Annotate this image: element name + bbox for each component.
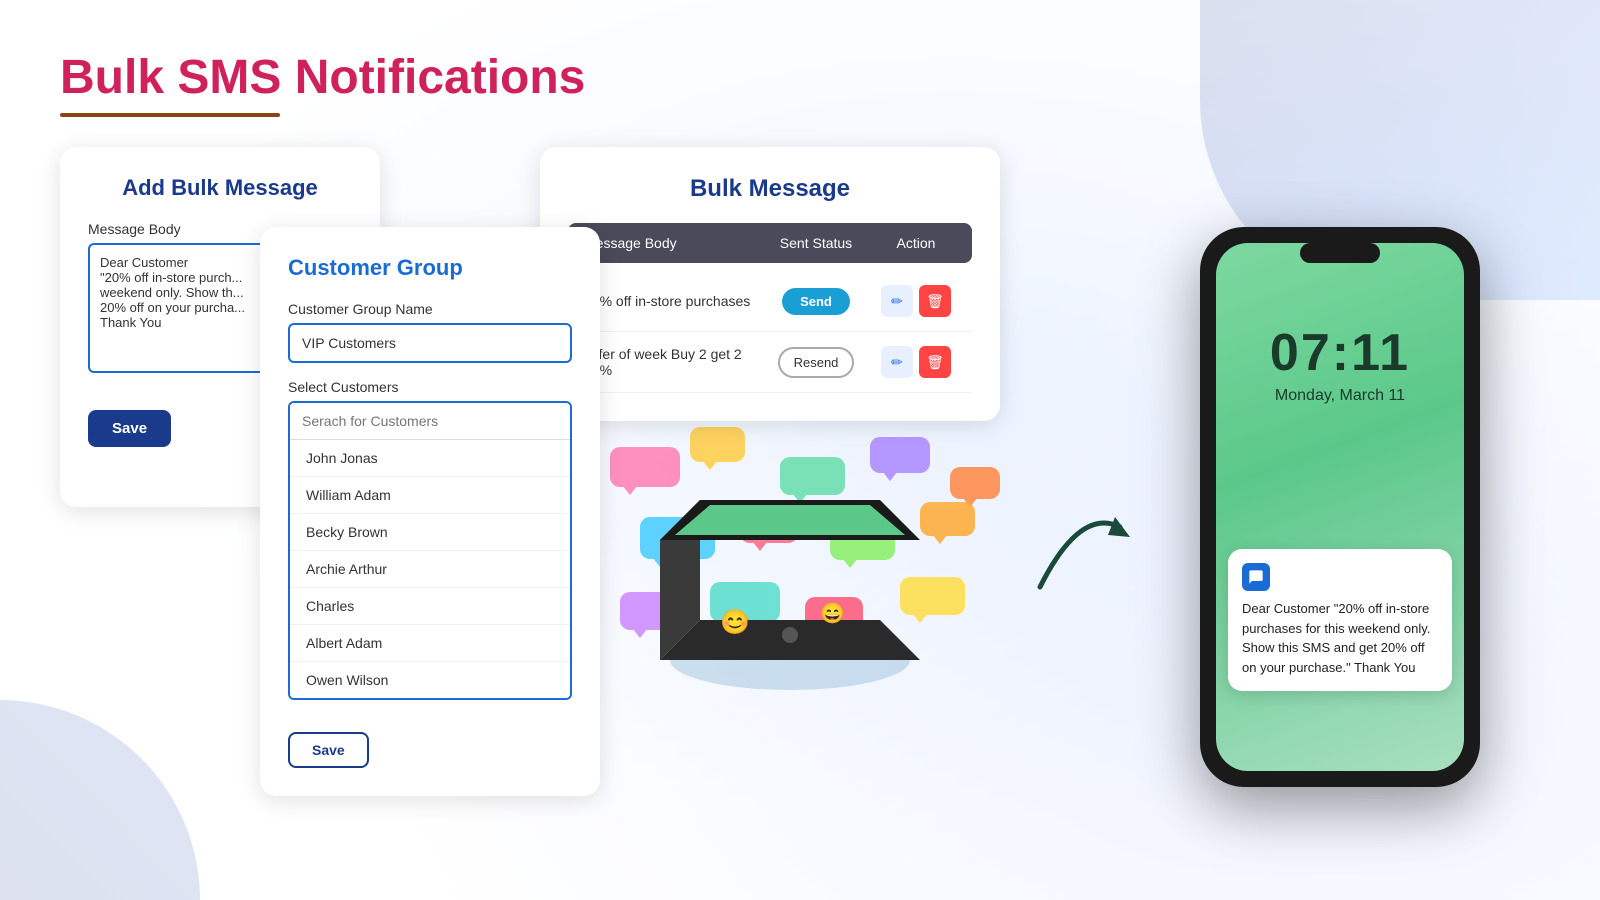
list-item[interactable]: Owen Wilson [290,662,570,698]
list-item[interactable]: Charles [290,588,570,625]
action-cell: ✏ 🗑 [876,346,956,378]
arrow-decoration [1020,487,1140,612]
phone-screen: 07:11 Monday, March 11 Dear Customer "20… [1216,243,1464,771]
add-bulk-heading: Add Bulk Message [88,175,352,201]
group-name-label: Customer Group Name [288,301,572,317]
delete-button[interactable]: 🗑 [919,346,951,378]
page-title: Bulk SMS Notifications [60,50,1540,105]
status-cell: Resend [756,347,876,378]
resend-button[interactable]: Resend [778,347,855,378]
table-row: Offer of week Buy 2 get 2 50% Resend ✏ 🗑 [568,332,972,393]
phone-date: Monday, March 11 [1275,387,1405,405]
customer-search-input[interactable] [290,403,570,440]
svg-text:😄: 😄 [820,602,845,625]
svg-text:😊: 😊 [720,609,750,636]
col-sent-status: Sent Status [756,235,876,251]
edit-icon: ✏ [891,354,903,371]
table-header: Message Body Sent Status Action [568,223,972,263]
list-item[interactable]: Archie Arthur [290,551,570,588]
edit-button[interactable]: ✏ [881,346,913,378]
group-name-input[interactable] [288,323,572,363]
phone-area: 07:11 Monday, March 11 Dear Customer "20… [1200,227,1480,787]
bulk-message-heading: Bulk Message [568,175,972,203]
table-row: 20% off in-store purchases Send ✏ 🗑 [568,271,972,332]
select-customers-label: Select Customers [288,379,572,395]
customer-group-heading: Customer Group [288,255,572,281]
customers-dropdown: John Jonas William Adam Becky Brown Arch… [288,401,572,700]
customer-group-save-button[interactable]: Save [288,732,369,768]
action-cell: ✏ 🗑 [876,285,956,317]
edit-button[interactable]: ✏ [881,285,913,317]
customer-group-card: Customer Group Customer Group Name Selec… [260,227,600,796]
isometric-phone: 😊 😄 [620,420,960,705]
list-item[interactable]: Albert Adam [290,625,570,662]
sms-message-text: Dear Customer "20% off in-store purchase… [1242,599,1438,677]
delete-button[interactable]: 🗑 [919,285,951,317]
bulk-message-card: Bulk Message Message Body Sent Status Ac… [540,147,1000,421]
sms-notification: Dear Customer "20% off in-store purchase… [1228,549,1452,691]
status-cell: Send [756,288,876,315]
list-item[interactable]: William Adam [290,477,570,514]
customer-list: John Jonas William Adam Becky Brown Arch… [290,440,570,698]
delete-icon: 🗑 [926,354,944,371]
title-underline [60,113,280,117]
add-bulk-save-button[interactable]: Save [88,410,171,447]
list-item[interactable]: Becky Brown [290,514,570,551]
delete-icon: 🗑 [926,293,944,310]
message-text: 20% off in-store purchases [584,293,756,309]
col-action: Action [876,235,956,251]
send-button[interactable]: Send [782,288,850,315]
edit-icon: ✏ [891,293,903,310]
message-text: Offer of week Buy 2 get 2 50% [584,346,756,378]
col-message-body: Message Body [584,235,756,251]
smartphone: 07:11 Monday, March 11 Dear Customer "20… [1200,227,1480,787]
list-item[interactable]: John Jonas [290,440,570,477]
phone-time: 07:11 [1270,323,1410,383]
sms-app-icon [1242,563,1270,591]
phone-notch [1300,243,1380,263]
